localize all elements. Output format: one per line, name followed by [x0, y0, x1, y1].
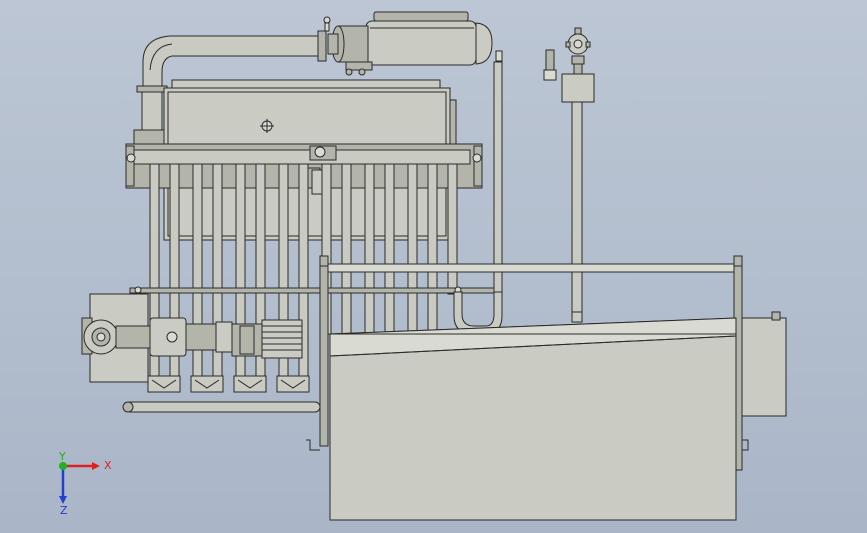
tube — [384, 163, 395, 335]
assembly-drawing: X Y Z — [58, 11, 787, 521]
tube — [407, 163, 418, 335]
tube — [447, 163, 458, 295]
z-axis-arrow — [59, 466, 67, 504]
coordinate-triad: X Y Z — [58, 450, 112, 517]
tube-support-rail — [129, 286, 503, 294]
tube — [192, 163, 203, 389]
y-axis-marker — [59, 462, 67, 470]
tube — [364, 163, 375, 335]
z-axis-label: Z — [60, 504, 68, 517]
y-axis-label: Y — [58, 450, 66, 463]
cad-viewport[interactable]: X Y Z — [0, 0, 867, 533]
pump-motor-assembly — [81, 293, 303, 383]
front-hopper-tank — [306, 255, 787, 521]
tube — [212, 163, 223, 389]
x-axis-arrow — [63, 462, 100, 470]
tube — [341, 163, 352, 335]
top-separator-tank — [323, 11, 503, 76]
tube — [427, 163, 438, 335]
valve-cluster — [543, 27, 595, 323]
x-axis-label: X — [104, 459, 112, 472]
bottom-feed-pipe — [122, 401, 321, 413]
motor-cooling-fins — [261, 319, 303, 359]
tube-u-bends — [147, 375, 310, 393]
